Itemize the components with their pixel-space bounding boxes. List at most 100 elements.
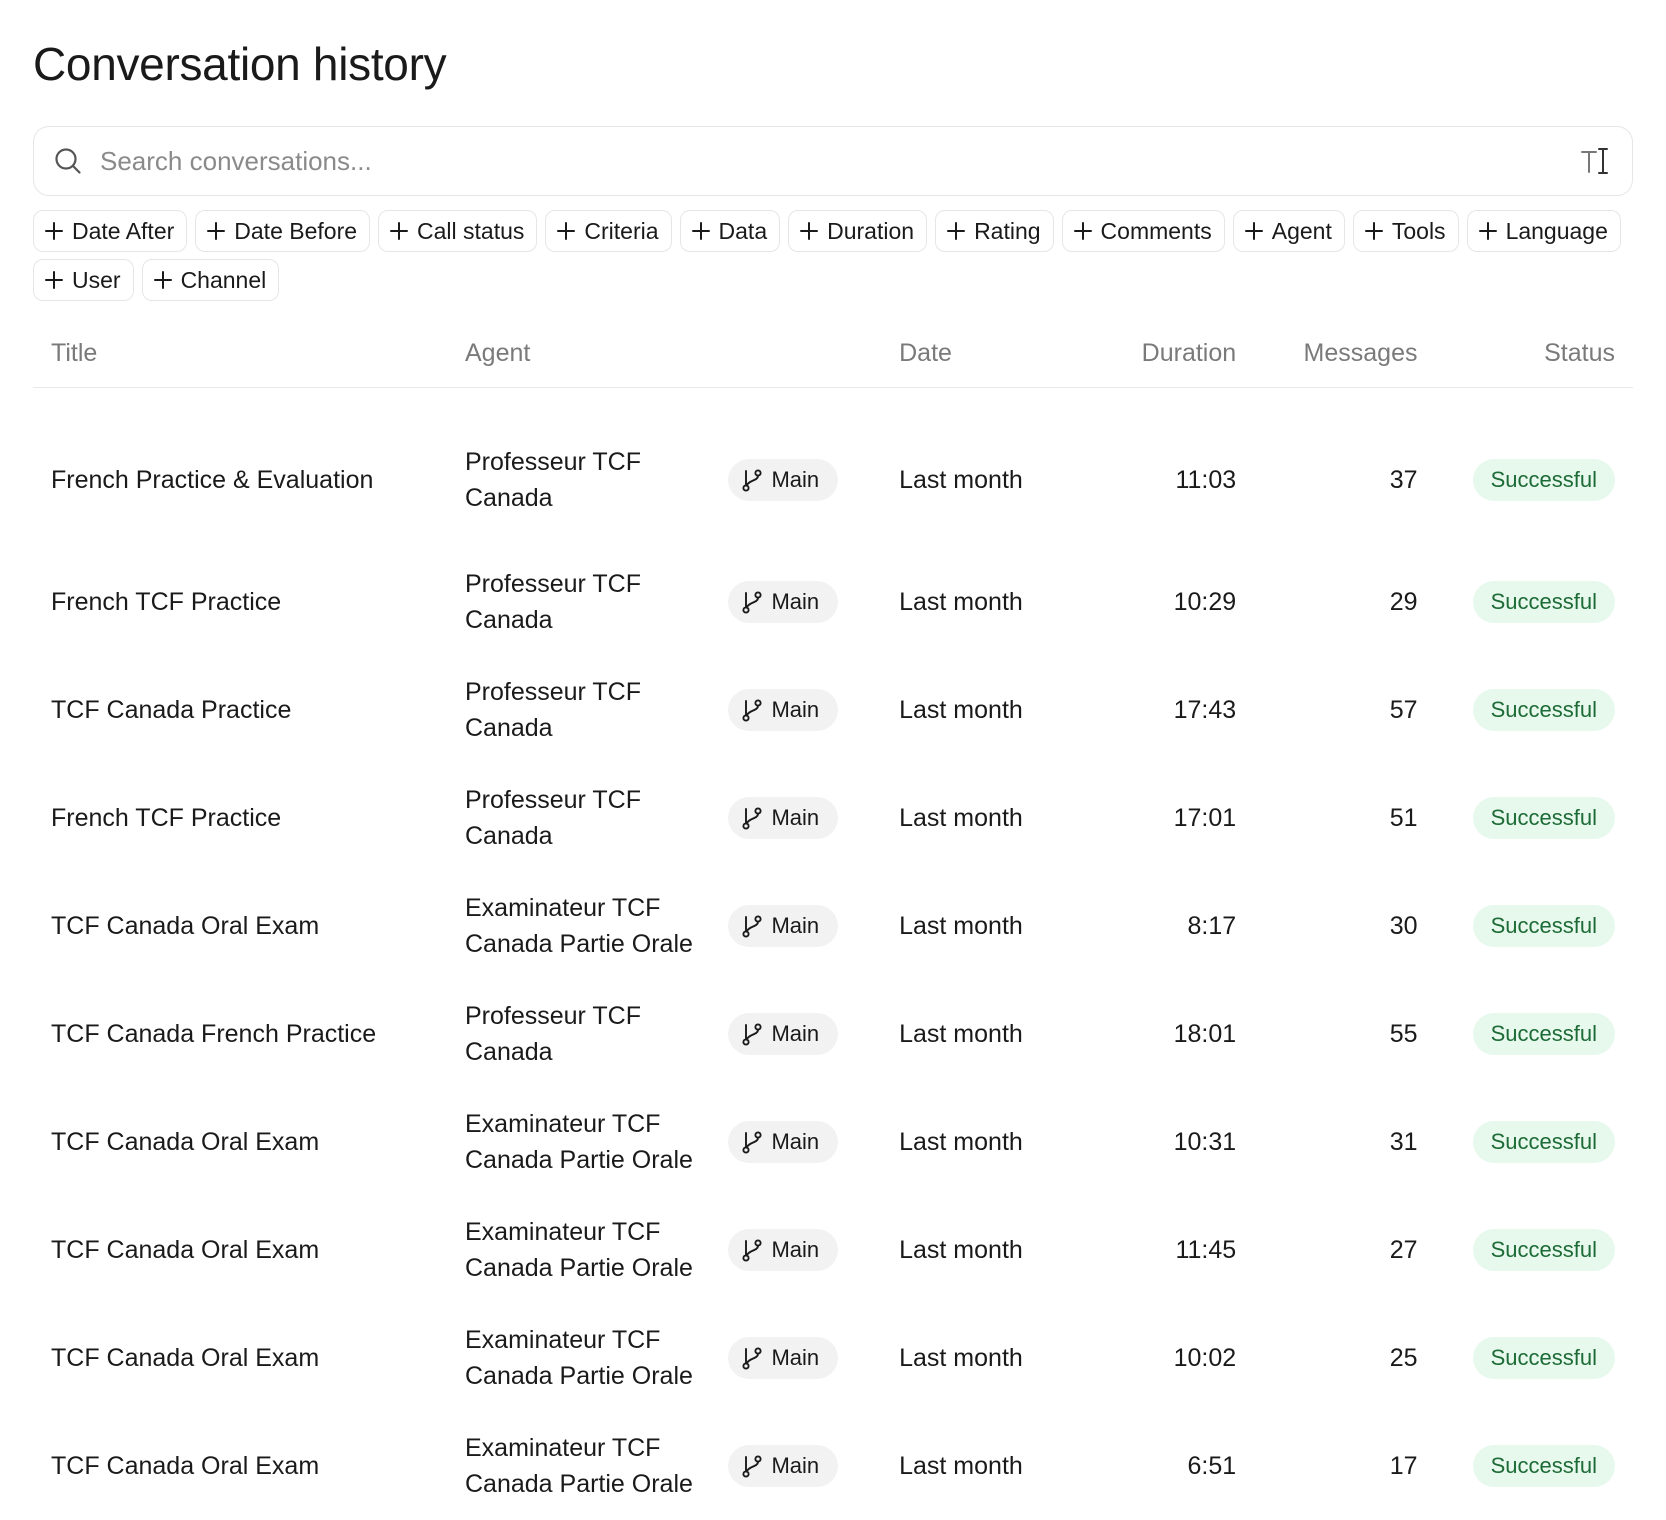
branch-cell: Main bbox=[728, 1304, 899, 1412]
conversation-duration: 8:17 bbox=[1187, 911, 1237, 940]
filter-chip-language[interactable]: Language bbox=[1466, 210, 1621, 252]
plus-icon bbox=[1364, 221, 1384, 241]
branch-badge[interactable]: Main bbox=[728, 1013, 839, 1055]
conversation-date: Last month bbox=[899, 695, 1023, 724]
table-row[interactable]: TCF Canada Oral Exam Examinateur TCF Canad… bbox=[33, 1196, 1633, 1304]
filter-chip-date-before[interactable]: Date Before bbox=[195, 210, 371, 252]
conversation-date: Last month bbox=[899, 1451, 1023, 1480]
plus-icon bbox=[946, 221, 966, 241]
agent-name-line1: Examinateur TCF bbox=[465, 1326, 661, 1354]
agent-name-line1: Examinateur TCF bbox=[465, 1218, 661, 1246]
branch-badge[interactable]: Main bbox=[728, 459, 839, 501]
branch-label: Main bbox=[771, 1453, 820, 1478]
plus-icon bbox=[389, 221, 409, 241]
git-branch-icon bbox=[741, 1238, 771, 1262]
branch-badge[interactable]: Main bbox=[728, 581, 839, 623]
column-header-status[interactable]: Status bbox=[1417, 319, 1633, 388]
status-cell: Successful bbox=[1418, 764, 1634, 872]
agent-name-line2: Canada bbox=[465, 606, 553, 634]
conversation-duration: 18:01 bbox=[1173, 1019, 1237, 1048]
table-row[interactable]: TCF Canada Oral Exam Examinateur TCF Canad… bbox=[33, 1088, 1633, 1196]
branch-badge[interactable]: Main bbox=[728, 1121, 839, 1163]
branch-label: Main bbox=[771, 589, 820, 614]
conversation-title: TCF Canada Practice bbox=[51, 695, 292, 724]
agent-cell: Professeur TCF Canada bbox=[465, 388, 728, 549]
message-count: 31 bbox=[1389, 1127, 1418, 1156]
branch-label: Main bbox=[771, 697, 820, 722]
git-branch-icon bbox=[741, 914, 771, 938]
branch-badge[interactable]: Main bbox=[728, 1337, 839, 1379]
filter-chip-user[interactable]: User bbox=[33, 259, 134, 301]
table-row[interactable]: TCF Canada Oral Exam Examinateur TCF Canad… bbox=[33, 1412, 1633, 1520]
message-count: 37 bbox=[1389, 465, 1418, 494]
column-header-agent[interactable]: Agent bbox=[465, 319, 900, 388]
filter-chip-agent[interactable]: Agent bbox=[1232, 210, 1345, 252]
message-count: 57 bbox=[1389, 695, 1418, 724]
git-branch-icon bbox=[741, 590, 771, 614]
branch-badge[interactable]: Main bbox=[728, 1445, 839, 1487]
agent-name-line2: Canada bbox=[465, 822, 553, 850]
conversation-duration: 11:03 bbox=[1175, 465, 1237, 494]
filter-chip-comments[interactable]: Comments bbox=[1061, 210, 1225, 252]
message-count: 27 bbox=[1389, 1235, 1418, 1264]
filter-chip-label: Channel bbox=[180, 266, 267, 293]
filter-chip-call-status[interactable]: Call status bbox=[378, 210, 538, 252]
status-badge: Successful bbox=[1472, 1229, 1615, 1271]
table-row[interactable]: French TCF Practice Professeur TCF Canada M… bbox=[33, 764, 1633, 872]
status-badge: Successful bbox=[1472, 459, 1615, 501]
branch-cell: Main bbox=[728, 548, 899, 656]
status-badge: Successful bbox=[1472, 581, 1615, 623]
search-input[interactable] bbox=[98, 140, 1578, 182]
conversation-title: French Practice & Evaluation bbox=[51, 465, 374, 494]
git-branch-icon bbox=[741, 1454, 771, 1478]
filter-chip-duration[interactable]: Duration bbox=[788, 210, 928, 252]
table-row[interactable]: TCF Canada Oral Exam Examinateur TCF Canad… bbox=[33, 1304, 1633, 1412]
status-badge: Successful bbox=[1472, 1013, 1615, 1055]
git-branch-icon bbox=[741, 1022, 771, 1046]
column-header-duration[interactable]: Duration bbox=[1091, 319, 1237, 388]
filter-chip-data[interactable]: Data bbox=[679, 210, 781, 252]
column-header-title[interactable]: Title bbox=[33, 319, 465, 388]
filter-chip-channel[interactable]: Channel bbox=[141, 259, 280, 301]
search-bar[interactable] bbox=[33, 126, 1633, 196]
table-row[interactable]: TCF Canada French Practice Professeur TCF… bbox=[33, 980, 1633, 1088]
conversation-date: Last month bbox=[899, 1235, 1023, 1264]
agent-name-line2: Canada bbox=[465, 714, 553, 742]
status-cell: Successful bbox=[1418, 1412, 1634, 1520]
table-row[interactable]: TCF Canada Practice Professeur TCF Canada M… bbox=[33, 656, 1633, 764]
branch-badge[interactable]: Main bbox=[728, 689, 839, 731]
column-header-date[interactable]: Date bbox=[899, 319, 1092, 388]
conversation-date: Last month bbox=[899, 803, 1023, 832]
filter-chip-label: Comments bbox=[1100, 217, 1212, 244]
status-badge: Successful bbox=[1472, 1337, 1615, 1379]
agent-name-line1: Professeur TCF bbox=[465, 678, 641, 706]
conversation-date: Last month bbox=[899, 911, 1023, 940]
conversation-date: Last month bbox=[899, 465, 1023, 494]
column-header-messages[interactable]: Messages bbox=[1236, 319, 1418, 388]
branch-badge[interactable]: Main bbox=[728, 1229, 839, 1271]
plus-icon bbox=[1478, 221, 1498, 241]
plus-icon bbox=[44, 270, 64, 290]
conversation-duration: 11:45 bbox=[1175, 1235, 1237, 1264]
text-cursor-icon[interactable] bbox=[1578, 144, 1614, 178]
status-cell: Successful bbox=[1418, 1196, 1634, 1304]
branch-badge[interactable]: Main bbox=[728, 905, 839, 947]
conversation-date: Last month bbox=[899, 587, 1023, 616]
status-cell: Successful bbox=[1418, 548, 1634, 656]
table-row[interactable]: TCF Canada Oral Exam Examinateur TCF Canad… bbox=[33, 872, 1633, 980]
plus-icon bbox=[556, 221, 576, 241]
branch-badge[interactable]: Main bbox=[728, 797, 839, 839]
table-row[interactable]: French TCF Practice Professeur TCF Canada M… bbox=[33, 548, 1633, 656]
agent-cell: Professeur TCF Canada bbox=[465, 656, 728, 764]
agent-cell: Examinateur TCF Canada Partie Orale bbox=[465, 1196, 728, 1304]
filter-chip-date-after[interactable]: Date After bbox=[33, 210, 188, 252]
filter-chip-label: Rating bbox=[974, 217, 1041, 244]
filter-chip-criteria[interactable]: Criteria bbox=[545, 210, 672, 252]
branch-label: Main bbox=[771, 913, 820, 938]
branch-cell: Main bbox=[728, 1088, 899, 1196]
filter-chip-rating[interactable]: Rating bbox=[935, 210, 1054, 252]
conversation-title: TCF Canada French Practice bbox=[51, 1019, 377, 1048]
agent-name-line2: Canada Partie Orale bbox=[465, 1254, 693, 1282]
table-row[interactable]: French Practice & Evaluation Professeur T… bbox=[33, 388, 1633, 549]
filter-chip-tools[interactable]: Tools bbox=[1352, 210, 1459, 252]
